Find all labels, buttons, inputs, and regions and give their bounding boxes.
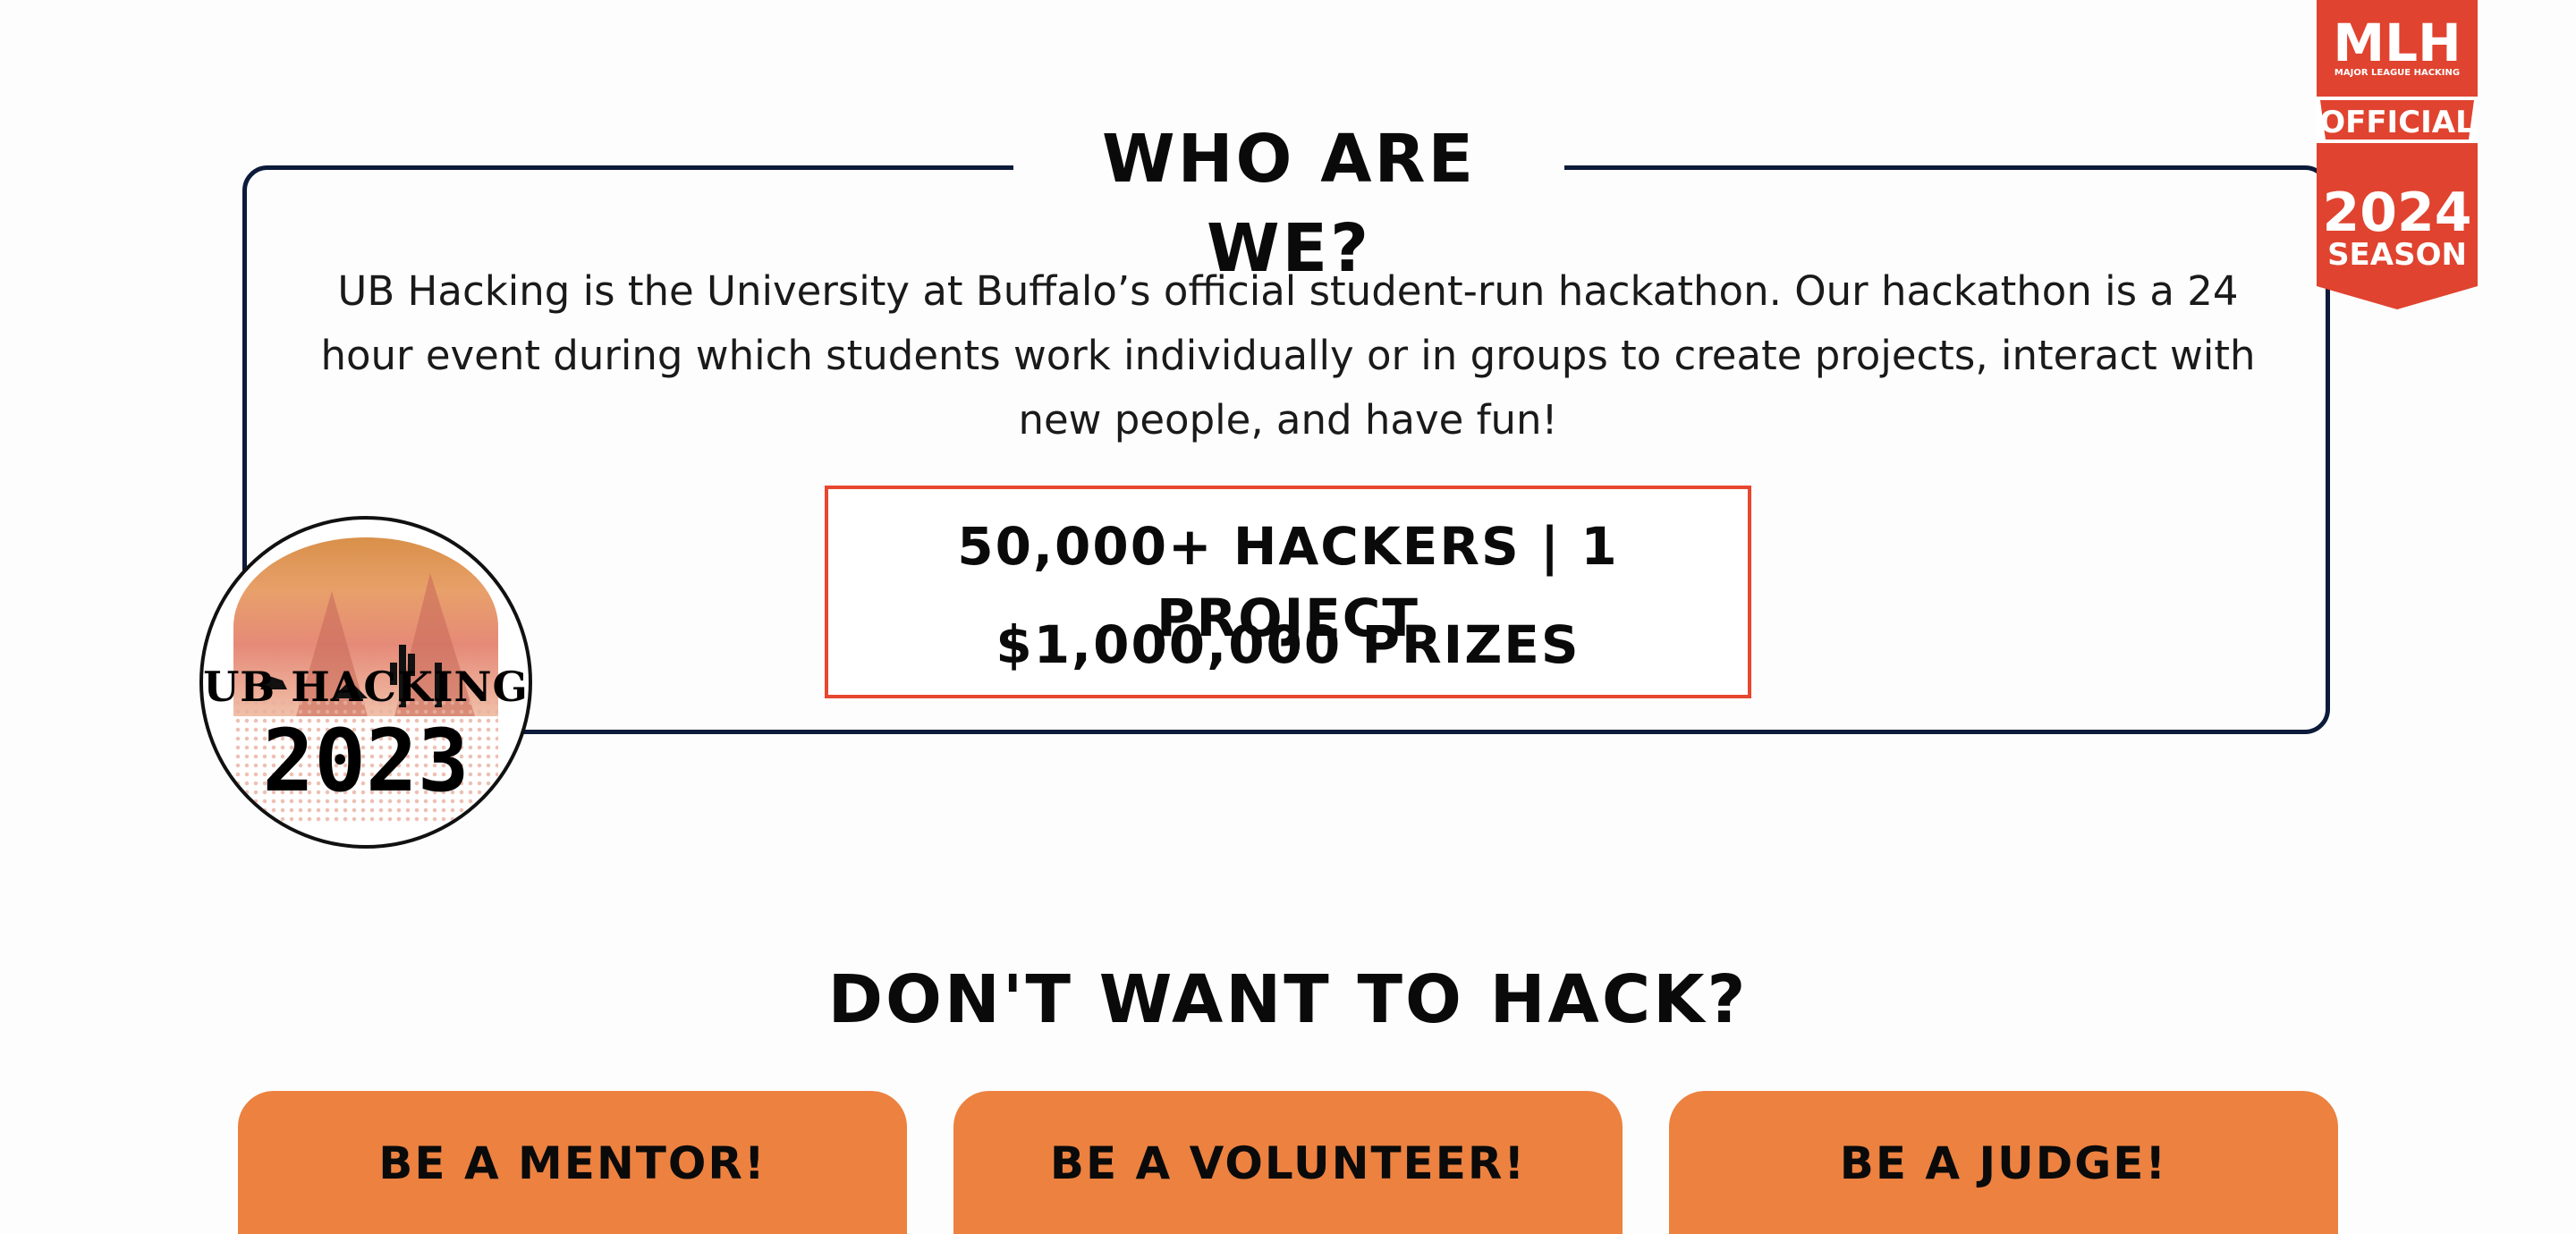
logo-year: 2023 xyxy=(262,711,470,811)
dont-want-to-hack-title: DON'T WANT TO HACK? xyxy=(827,961,1749,1038)
be-a-volunteer-label: BE A VOLUNTEER! xyxy=(1049,1137,1527,1189)
be-a-judge-card[interactable]: BE A JUDGE! xyxy=(1669,1091,2338,1234)
be-a-mentor-card[interactable]: BE A MENTOR! xyxy=(238,1091,907,1234)
stats-prizes: $1,000,000 PRIZES xyxy=(996,614,1580,675)
who-are-we-description: UB Hacking is the University at Buffalo’… xyxy=(320,267,2256,444)
mlh-season: SEASON xyxy=(2327,237,2467,273)
mlh-subtitle: MAJOR LEAGUE HACKING xyxy=(2334,68,2460,78)
who-are-we-title: WHO ARE WE? xyxy=(1013,114,1564,287)
logo-title: UB HACKING xyxy=(203,663,529,711)
mlh-year: 2024 xyxy=(2323,182,2472,244)
be-a-judge-label: BE A JUDGE! xyxy=(1839,1137,2168,1189)
be-a-mentor-label: BE A MENTOR! xyxy=(378,1137,767,1189)
be-a-volunteer-card[interactable]: BE A VOLUNTEER! xyxy=(953,1091,1623,1234)
mlh-logo-text: MLH xyxy=(2333,13,2461,73)
ub-hacking-logo: UB HACKING 2023 xyxy=(199,516,532,849)
stats-box: 50,000+ HACKERS | 1 PROJECT $1,000,000 P… xyxy=(825,486,1751,698)
mlh-trust-badge[interactable]: MLH MAJOR LEAGUE HACKING OFFICIAL 2024 S… xyxy=(2317,0,2478,309)
mlh-official-ribbon: OFFICIAL xyxy=(2319,105,2475,140)
